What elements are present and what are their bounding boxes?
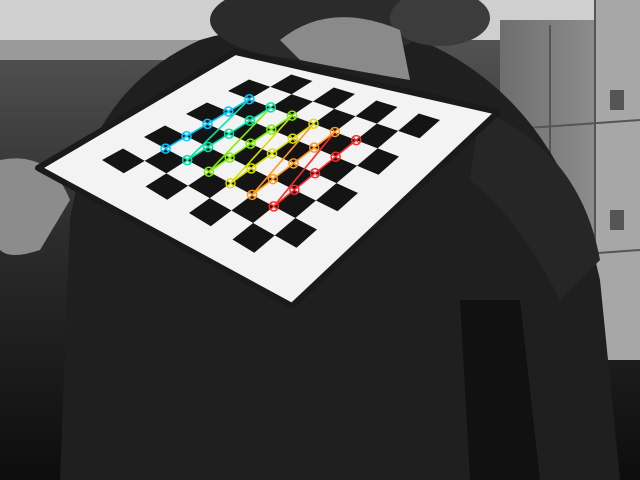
photo-scene [0, 0, 640, 480]
